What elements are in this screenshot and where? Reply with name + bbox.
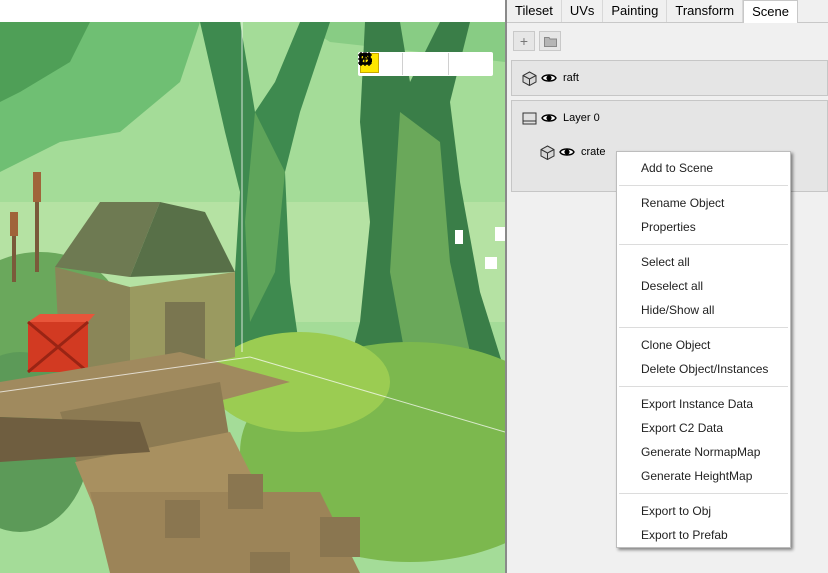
menu-item-generate-heightmap[interactable]: Generate HeightMap [617, 464, 790, 488]
node-label-raft: raft [563, 72, 579, 84]
cube-icon [522, 70, 537, 86]
context-menu: Add to Scene Rename Object Properties Se… [616, 151, 791, 548]
menu-item-generate-normalmap[interactable]: Generate NormapMap [617, 440, 790, 464]
menu-separator [619, 327, 788, 328]
node-label-crate: crate [581, 146, 606, 158]
viewport-title-strip [0, 0, 505, 22]
scene-node-raft[interactable]: raft [511, 60, 828, 96]
viewport[interactable] [0, 22, 505, 573]
eye-icon[interactable] [541, 112, 557, 124]
menu-item-export-instance-data[interactable]: Export Instance Data [617, 392, 790, 416]
tool-group-edit [359, 53, 449, 75]
menu-item-export-to-prefab[interactable]: Export to Prefab [617, 523, 790, 547]
viewport-toolbar [358, 52, 493, 76]
menu-item-clone-object[interactable]: Clone Object [617, 333, 790, 357]
add-button[interactable]: + [513, 31, 535, 51]
folder-icon [543, 36, 557, 47]
menu-item-properties[interactable]: Properties [617, 215, 790, 239]
tab-painting[interactable]: Painting [603, 0, 668, 22]
redo-icon[interactable] [359, 52, 491, 73]
cube-icon [540, 144, 555, 160]
add-icon: + [519, 33, 529, 49]
menu-item-hide-show-all[interactable]: Hide/Show all [617, 298, 790, 322]
undo-icon[interactable] [360, 52, 471, 73]
vertex-icon[interactable] [359, 53, 425, 73]
transform-box-icon[interactable] [359, 53, 399, 73]
tab-tileset[interactable]: Tileset [507, 0, 562, 22]
menu-separator [619, 244, 788, 245]
menu-separator [619, 386, 788, 387]
menu-item-select-all[interactable]: Select all [617, 250, 790, 274]
scene-toolbar: + [507, 23, 828, 57]
tab-uvs[interactable]: UVs [562, 0, 604, 22]
tab-scene[interactable]: Scene [743, 0, 798, 23]
open-button[interactable] [539, 31, 561, 51]
menu-item-delete-object[interactable]: Delete Object/Instances [617, 357, 790, 381]
menu-item-deselect-all[interactable]: Deselect all [617, 274, 790, 298]
square-icon[interactable] [359, 53, 445, 73]
layer-icon [522, 112, 537, 124]
panel-tabs: Tileset UVs Painting Transform Scene [507, 0, 828, 23]
node-label-layer0: Layer 0 [563, 112, 600, 124]
tool-group-history [359, 52, 491, 75]
scene-render [0, 22, 505, 573]
eye-icon[interactable] [559, 146, 575, 158]
menu-separator [619, 185, 788, 186]
menu-item-add-to-scene[interactable]: Add to Scene [617, 156, 790, 180]
menu-item-export-c2-data[interactable]: Export C2 Data [617, 416, 790, 440]
menu-item-export-to-obj[interactable]: Export to Obj [617, 499, 790, 523]
eye-icon[interactable] [541, 72, 557, 84]
menu-item-rename-object[interactable]: Rename Object [617, 191, 790, 215]
tab-transform[interactable]: Transform [667, 0, 744, 22]
menu-separator [619, 493, 788, 494]
